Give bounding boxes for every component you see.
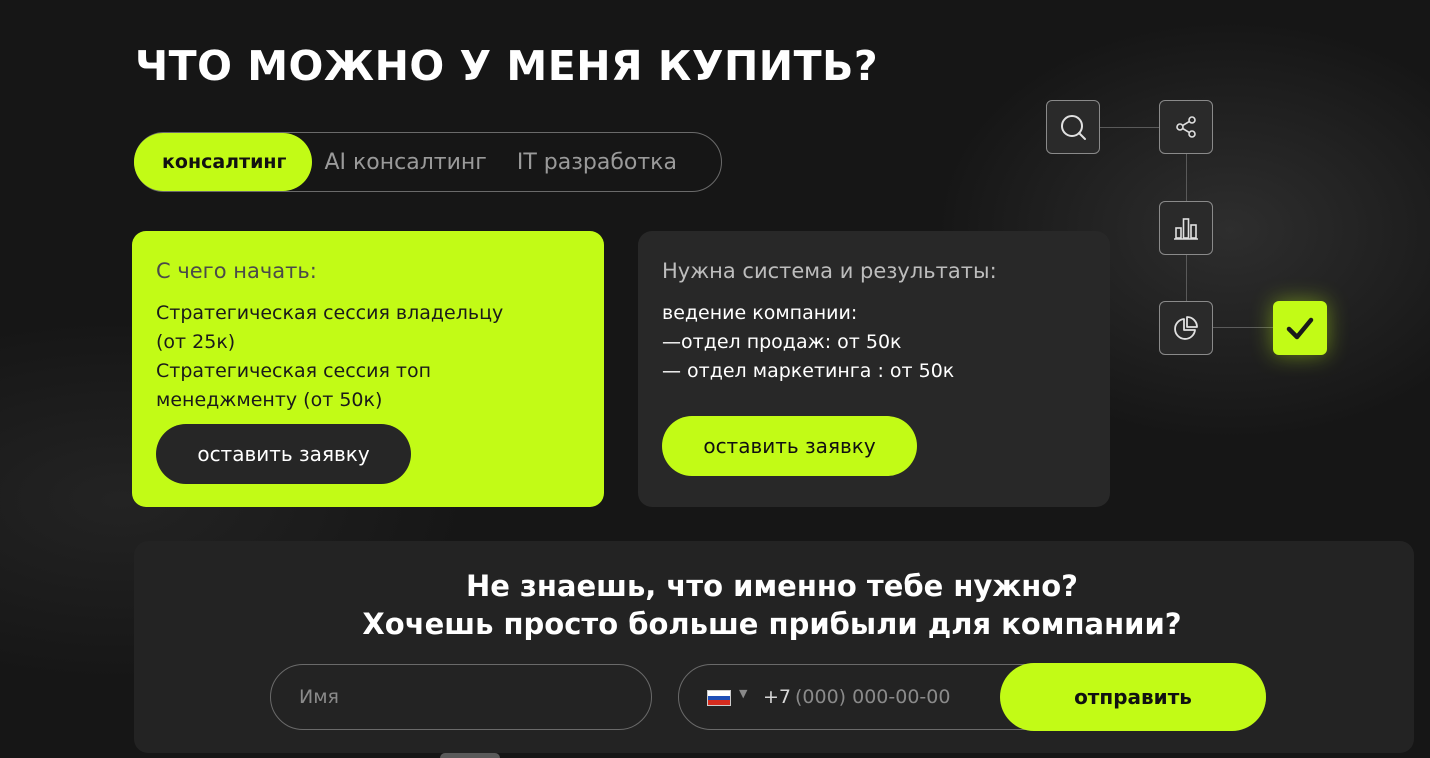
share-icon — [1159, 100, 1213, 154]
leave-request-button[interactable]: оставить заявку — [156, 424, 411, 484]
card-line: ведение компании: — [662, 302, 858, 324]
submit-button[interactable]: отправить — [1000, 663, 1266, 731]
card-title: Нужна система и результаты: — [662, 259, 997, 283]
bar-chart-icon — [1159, 201, 1213, 255]
tab-consulting[interactable]: консалтинг — [134, 133, 313, 191]
name-input[interactable] — [270, 664, 652, 730]
contact-form-section: Не знаешь, что именно тебе нужно? Хочешь… — [134, 541, 1414, 753]
offer-card-start: С чего начать: Стратегическая сессия вла… — [132, 231, 604, 507]
card-line: Стратегическая сессия владельцу — [156, 302, 504, 324]
leave-request-button[interactable]: оставить заявку — [662, 416, 917, 476]
search-icon — [1046, 100, 1100, 154]
card-line: менеджменту (от 50к) — [156, 389, 383, 411]
flow-connector — [1213, 327, 1273, 328]
consent-toggle[interactable] — [440, 753, 500, 758]
cta-title-line: Хочешь просто больше прибыли для компани… — [362, 607, 1182, 641]
card-title: С чего начать: — [156, 259, 317, 283]
tab-it-development[interactable]: IT разработка — [517, 133, 677, 191]
card-line: —отдел продаж: от 50к — [662, 331, 902, 353]
pie-chart-icon — [1159, 301, 1213, 355]
offer-card-system: Нужна система и результаты: ведение комп… — [638, 231, 1110, 507]
card-line: Стратегическая сессия топ — [156, 360, 432, 382]
card-line: (от 25к) — [156, 331, 236, 353]
russia-flag-icon[interactable] — [707, 690, 731, 706]
phone-input[interactable] — [791, 677, 991, 717]
cta-title-line: Не знаешь, что именно тебе нужно? — [465, 569, 1078, 603]
phone-prefix: +7 — [763, 686, 792, 708]
category-tabs: консалтинг AI консалтинг IT разработка — [134, 132, 722, 192]
cta-title: Не знаешь, что именно тебе нужно? Хочешь… — [134, 567, 1410, 643]
page-title: ЧТО МОЖНО У МЕНЯ КУПИТЬ? — [135, 42, 879, 90]
flow-connector — [1100, 127, 1160, 128]
chevron-down-icon[interactable]: ▼ — [739, 687, 747, 700]
checkmark-icon — [1273, 301, 1327, 355]
card-line: — отдел маркетинга : от 50к — [662, 360, 955, 382]
tab-ai-consulting[interactable]: AI консалтинг — [324, 133, 486, 191]
